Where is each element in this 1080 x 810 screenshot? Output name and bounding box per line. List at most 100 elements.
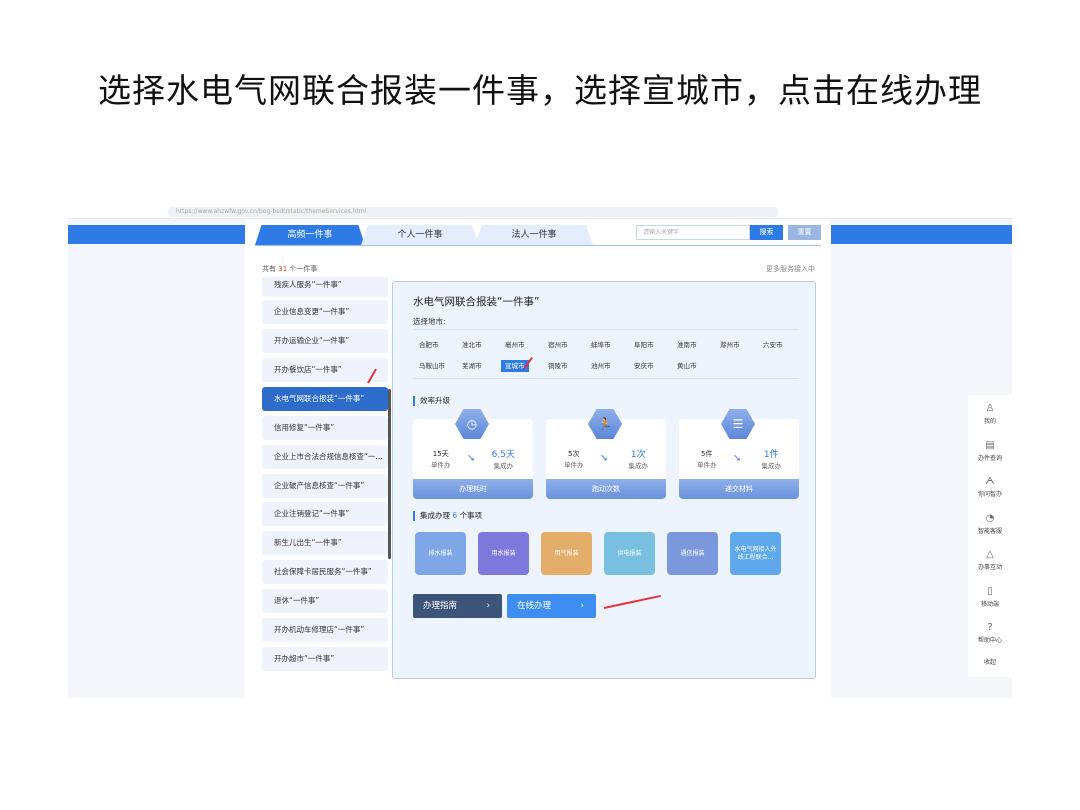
tab-high-frequency[interactable]: 高频一件事 — [255, 225, 365, 245]
list-item[interactable]: 企业信息变更“一件事” — [262, 300, 388, 324]
service-icon: ◔ — [985, 512, 995, 524]
sidebar-label: 你问智办 — [977, 491, 1002, 498]
before-label: 单件办 — [431, 461, 451, 469]
after-number: 6.5天 — [491, 450, 515, 460]
city-option[interactable]: 合肥市 — [415, 339, 443, 351]
city-option[interactable]: 淮北市 — [458, 339, 486, 351]
search-input[interactable]: 请输入关键字 — [636, 225, 750, 240]
before-number: 5件 — [701, 450, 713, 458]
city-option[interactable]: 黄山市 — [673, 360, 701, 372]
ai-icon: ᗅ — [985, 476, 995, 487]
list-item[interactable]: 开办机动车修理店“一件事” — [262, 618, 388, 642]
city-option[interactable]: 铜陵市 — [544, 360, 572, 372]
right-sidebar: ♙ 我的 ▤ 办件查询 ᗅ 你问智办 ◔ 智能客服 △ 办事互动 ▯ 移动端? 帮助中心 收起 — [968, 395, 1012, 677]
list-item[interactable]: 开办运输企业“一件事” — [262, 329, 388, 353]
integrated-item-tile[interactable]: 排水报装 — [415, 532, 466, 575]
city-option[interactable]: 滁州市 — [716, 339, 744, 351]
sidebar-item[interactable]: ◔ 智能客服 — [968, 513, 1012, 535]
online-apply-button[interactable]: 在线办理 › — [507, 594, 596, 618]
interact-icon: △ — [986, 549, 994, 560]
integrated-prefix: 集成办理 — [420, 511, 450, 520]
panel-title: 水电气网联合报装“一件事” — [413, 296, 540, 308]
arrow-down-right-icon: ➘ — [467, 453, 476, 464]
guide-label: 办理指南 — [423, 601, 458, 611]
integrated-suffix: 个事项 — [459, 511, 483, 520]
sidebar-item[interactable]: ? 帮助中心 — [968, 622, 1012, 644]
city-label: 选择地市: — [413, 317, 446, 326]
list-item[interactable]: 社会保障卡居民服务“一件事” — [262, 560, 388, 584]
sidebar-item[interactable]: ᗅ 你问智办 — [968, 476, 1012, 498]
list-item[interactable]: 水电气网联合报装“一件事” — [262, 387, 388, 411]
main-content: 高频一件事 个人一件事 法人一件事 请输入关键字 搜索 重置 残疾人服务“一件事… — [245, 219, 831, 698]
sidebar-label: 智能客服 — [977, 527, 1002, 535]
city-option[interactable]: 安庆市 — [630, 360, 658, 372]
sidebar-label: 帮助中心 — [977, 637, 1002, 644]
list-item[interactable]: 退休“一件事” — [262, 589, 388, 613]
detail-panel: 水电气网联合报装“一件事” 选择地市: 合肥市 淮北市 亳州市 宿州市 蚌埠市 阜阳市 淮南… — [392, 281, 816, 679]
city-option[interactable]: 六安市 — [759, 339, 787, 351]
document-icon: ☰ — [721, 409, 755, 439]
integrated-item-tile[interactable]: 用水报装 — [478, 532, 529, 575]
city-option[interactable]: 马鞍山市 — [415, 360, 449, 372]
before-value: 5件 单件办 — [697, 449, 717, 469]
after-value: 1次集成办 — [629, 447, 649, 470]
sidebar-item[interactable]: ▤ 办件查询 — [968, 440, 1012, 462]
before-value: 15天单件办 — [431, 449, 451, 469]
sidebar-label: 我的 — [983, 418, 996, 425]
chevron-right-icon: › — [486, 601, 490, 611]
help-icon: ? — [987, 622, 993, 633]
city-option[interactable]: 亳州市 — [501, 339, 529, 351]
sidebar-item[interactable]: △ 办事互动 — [968, 549, 1012, 571]
arrow-down-right-icon: ➘ — [733, 453, 742, 464]
tab-divider — [255, 245, 821, 246]
guide-button[interactable]: 办理指南 › — [413, 594, 502, 618]
list-item[interactable]: 残疾人服务“一件事” — [262, 277, 388, 297]
list-item[interactable]: 企业注销登记“一件事” — [262, 502, 388, 526]
divider — [413, 329, 799, 330]
user-icon: ♙ — [985, 403, 995, 414]
list-item[interactable]: 新生儿出生“一件事” — [262, 531, 388, 555]
before-value: 5次 单件办 — [564, 449, 584, 469]
after-label: 集成办 — [761, 462, 782, 470]
efficiency-card: ◷ 15天 单件办 ➘ 6.5天 集成办 办理耗时 — [413, 409, 533, 499]
integrated-heading: 集成办理 6 个事项 — [413, 511, 482, 521]
reset-button[interactable]: 重置 — [788, 225, 821, 240]
after-number: 1次 — [630, 450, 646, 460]
after-value: 1件 集成办 — [762, 447, 782, 470]
list-item[interactable]: 信用修复“一件事” — [262, 416, 388, 440]
list-scrollbar[interactable] — [388, 389, 391, 559]
count-number: 31 — [278, 265, 288, 273]
city-option[interactable]: 淮南市 — [673, 339, 701, 351]
card-footer: 办理耗时 — [413, 479, 533, 499]
sidebar-label: 办事互动 — [977, 564, 1002, 571]
header-bar-right — [831, 225, 1012, 244]
city-option[interactable]: 宿州市 — [544, 339, 572, 351]
before-number: 15天 — [432, 450, 449, 458]
address-bar[interactable]: https://www.ahzwfw.gov.cn/bog-bsdt/stati… — [168, 207, 778, 217]
sidebar-item[interactable]: ♙ 我的 — [968, 403, 1012, 425]
city-option[interactable]: 蚌埠市 — [587, 339, 615, 351]
card-footer: 递交材料 — [679, 479, 799, 499]
efficiency-heading: 效率升级 — [413, 396, 450, 406]
list-item[interactable]: 企业上市合法合规信息核查“一件事” — [262, 445, 388, 469]
list-item[interactable]: 开办超市“一件事” — [262, 647, 388, 671]
sidebar-item[interactable]: 收起 — [968, 657, 1012, 666]
city-option[interactable]: 芜湖市 — [458, 360, 486, 372]
sidebar-label: 移动端 — [980, 600, 999, 608]
integrated-item-tile[interactable]: 通信报装 — [667, 532, 718, 575]
integrated-item-tile[interactable]: 供电报装 — [604, 532, 655, 575]
city-option[interactable]: 阜阳市 — [630, 339, 658, 351]
after-label: 集成办 — [628, 462, 649, 470]
browser-toolbar: https://www.ahzwfw.gov.cn/bog-bsdt/stati… — [68, 205, 1012, 219]
integrated-item-tile[interactable]: 用气报装 — [541, 532, 592, 575]
integrated-item-tile[interactable]: 水电气网接入外线工程联合... — [730, 532, 781, 575]
list-item[interactable]: 企业破产信息核查“一件事” — [262, 474, 388, 498]
sidebar-item[interactable]: ▯ 移动端 — [968, 586, 1012, 608]
tab-personal[interactable]: 个人一件事 — [361, 225, 479, 245]
search-button[interactable]: 搜索 — [750, 225, 783, 240]
tab-legal-entity[interactable]: 法人一件事 — [475, 225, 593, 245]
count-prefix: 共有 — [262, 265, 276, 273]
online-label: 在线办理 — [517, 601, 552, 611]
item-count: 共有 31 个一件事 — [262, 264, 317, 274]
city-option[interactable]: 池州市 — [587, 360, 615, 372]
